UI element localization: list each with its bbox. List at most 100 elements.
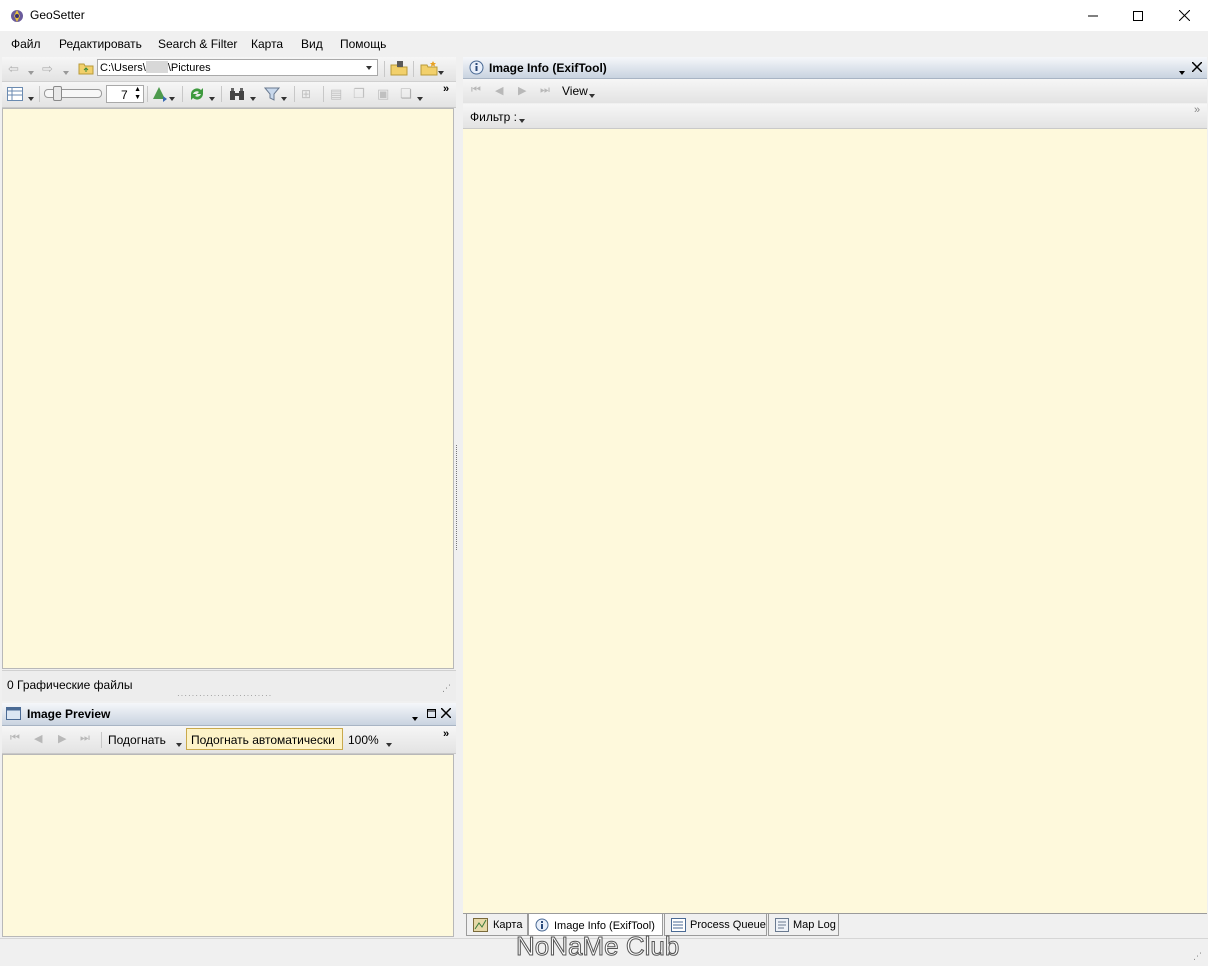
- info-first-icon[interactable]: ⏮: [471, 84, 481, 97]
- back-arrow-icon[interactable]: ⇦: [8, 61, 19, 77]
- maximize-button[interactable]: [1115, 0, 1161, 31]
- forward-dropdown-icon[interactable]: [63, 66, 69, 80]
- menu-edit[interactable]: Редактировать: [59, 37, 142, 51]
- info-next-icon[interactable]: ▶: [518, 84, 526, 97]
- last-image-icon[interactable]: ⏭: [80, 732, 90, 745]
- zoom-dropdown-icon[interactable]: [386, 738, 392, 752]
- close-icon: [1178, 10, 1190, 21]
- folder-up-icon[interactable]: [78, 61, 94, 75]
- thumbnail-size-spinner[interactable]: 7 ▲ ▼: [106, 85, 144, 103]
- first-image-icon[interactable]: ⏮: [10, 732, 20, 745]
- map-icon: [473, 918, 488, 932]
- image-info-area[interactable]: [463, 129, 1207, 913]
- favorite-dropdown-icon[interactable]: [438, 66, 444, 80]
- view-menu-button[interactable]: View: [562, 84, 588, 98]
- menu-help[interactable]: Помощь: [340, 37, 386, 51]
- watermark-text: NoNaMe Club: [515, 931, 680, 962]
- browser-status-bar: 0 Графические файлы ····················…: [2, 670, 456, 701]
- preview-toolbar: ⏮ ◀ ▶ ⏭ Подогнать Подогнать автоматическ…: [2, 726, 456, 754]
- info-last-icon[interactable]: ⏭: [540, 84, 550, 97]
- path-dropdown-icon[interactable]: [366, 61, 372, 78]
- menu-view[interactable]: Вид: [301, 37, 323, 51]
- window-resize-grip-icon[interactable]: ⋰: [1193, 951, 1202, 962]
- zoom-level-select[interactable]: 100%: [348, 733, 379, 747]
- paste-special-icon[interactable]: ❏: [400, 86, 412, 102]
- search-dropdown-icon[interactable]: [250, 92, 256, 106]
- preview-menu-dropdown-icon[interactable]: [412, 712, 418, 726]
- preview-float-icon[interactable]: [427, 709, 436, 718]
- window-title: GeoSetter: [30, 8, 85, 22]
- fit-auto-label: Подогнать автоматически: [191, 733, 335, 747]
- info-menu-dropdown-icon[interactable]: [1179, 66, 1185, 80]
- redacted-username: [145, 61, 168, 73]
- tab-process-queue-label: Process Queue: [690, 919, 766, 931]
- paste-icon[interactable]: ▣: [377, 86, 389, 102]
- next-image-icon[interactable]: ▶: [58, 732, 66, 745]
- image-preview-title: Image Preview: [27, 707, 111, 721]
- geocode-dropdown-icon[interactable]: [169, 92, 175, 106]
- preview-close-icon[interactable]: [441, 708, 451, 718]
- fit-button[interactable]: Подогнать: [108, 733, 166, 747]
- menu-map[interactable]: Карта: [251, 37, 283, 51]
- browse-folder-icon[interactable]: [390, 60, 408, 76]
- slider-handle[interactable]: [53, 86, 62, 101]
- minimize-button[interactable]: [1070, 0, 1116, 31]
- refresh-dropdown-icon[interactable]: [209, 92, 215, 106]
- thumbnail-size-slider[interactable]: [44, 86, 102, 101]
- info-previous-icon[interactable]: ◀: [495, 84, 503, 97]
- back-dropdown-icon[interactable]: [28, 66, 34, 80]
- tab-map-log[interactable]: Map Log: [768, 914, 839, 936]
- forward-arrow-icon[interactable]: ⇨: [42, 61, 53, 77]
- preview-window-icon: [6, 707, 21, 720]
- filter-dropdown-icon[interactable]: [281, 92, 287, 106]
- toolbar-overflow-icon[interactable]: »: [443, 83, 449, 95]
- comment-icon[interactable]: ▤: [330, 86, 342, 102]
- favorite-folder-icon[interactable]: [420, 60, 438, 76]
- app-window: GeoSetter Файл Редактировать Search & Fi…: [0, 0, 1208, 966]
- rename-icon[interactable]: ⊞: [301, 87, 311, 101]
- filter-toolbar: Фильтр : »: [463, 104, 1207, 129]
- info-close-icon[interactable]: [1192, 62, 1202, 72]
- image-browser-area[interactable]: [2, 108, 454, 669]
- maximize-icon: [1133, 10, 1143, 21]
- menu-file[interactable]: Файл: [11, 37, 41, 51]
- log-icon: [775, 918, 789, 932]
- spinner-arrows-icon[interactable]: ▲ ▼: [134, 86, 141, 102]
- filter-toolbar-overflow-icon[interactable]: »: [1194, 104, 1200, 116]
- resize-grip-icon[interactable]: ⋰: [442, 683, 451, 694]
- geosetter-logo-icon: [11, 10, 23, 22]
- vertical-splitter[interactable]: [456, 445, 461, 550]
- file-count-label: 0 Графические файлы: [7, 678, 133, 692]
- view-mode-dropdown-icon[interactable]: [28, 92, 34, 106]
- paste-dropdown-icon[interactable]: [417, 92, 423, 106]
- view-dropdown-icon[interactable]: [589, 89, 595, 103]
- previous-image-icon[interactable]: ◀: [34, 732, 42, 745]
- tab-process-queue[interactable]: Process Queue: [664, 914, 767, 936]
- info-icon: [535, 918, 549, 932]
- filter-label[interactable]: Фильтр :: [470, 110, 517, 124]
- preview-toolbar-overflow-icon[interactable]: »: [443, 728, 449, 740]
- copy-icon[interactable]: ❐: [353, 86, 365, 102]
- fit-dropdown-icon[interactable]: [176, 738, 182, 752]
- image-preview-header: Image Preview: [2, 703, 456, 726]
- tab-map-log-label: Map Log: [793, 919, 836, 931]
- menu-bar: Файл Редактировать Search & Filter Карта…: [0, 31, 1208, 56]
- minimize-icon: [1088, 15, 1098, 16]
- view-mode-icon[interactable]: [7, 87, 23, 101]
- refresh-icon[interactable]: [188, 86, 206, 102]
- info-toolbar: ⏮ ◀ ▶ ⏭ View: [463, 79, 1207, 103]
- queue-icon: [671, 918, 686, 932]
- path-input[interactable]: C:\Users\ \Pictures: [97, 59, 378, 76]
- menu-search-filter[interactable]: Search & Filter: [158, 37, 237, 51]
- image-preview-area[interactable]: [2, 754, 454, 937]
- splitter-grip[interactable]: ··························: [177, 691, 272, 700]
- filter-menu-dropdown-icon[interactable]: [519, 114, 525, 128]
- geocode-icon[interactable]: [151, 86, 168, 102]
- close-button[interactable]: [1161, 0, 1207, 31]
- filter-icon[interactable]: [264, 87, 280, 101]
- binoculars-icon[interactable]: [229, 87, 245, 101]
- fit-auto-button[interactable]: Подогнать автоматически: [186, 728, 343, 750]
- path-text: C:\Users\: [100, 62, 146, 74]
- info-icon: [469, 60, 484, 75]
- path-toolbar: ⇦ ⇨ C:\Users\ \Pictures: [2, 57, 456, 82]
